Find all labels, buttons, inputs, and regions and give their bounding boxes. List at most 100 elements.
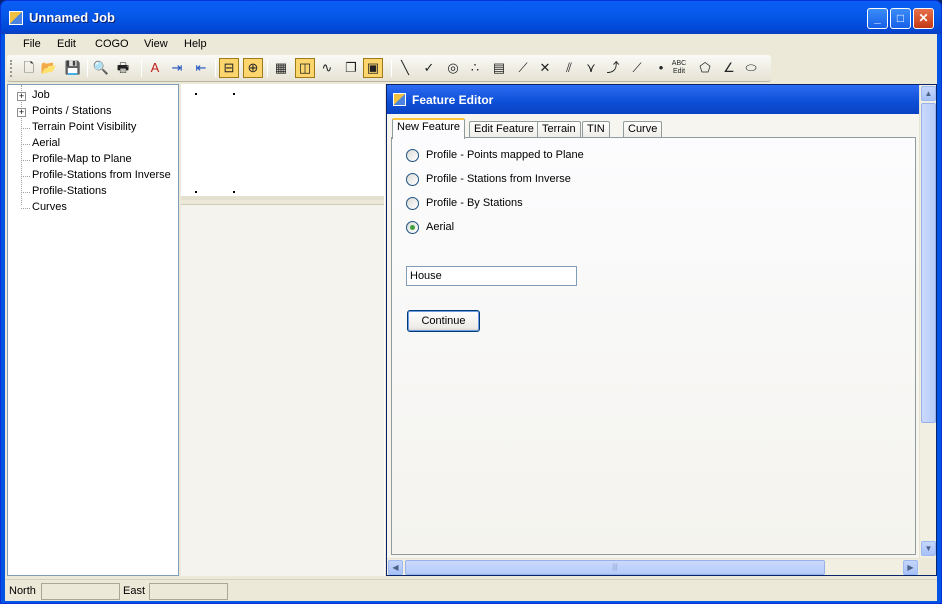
tree-item-label: Profile-Stations from Inverse [32,169,171,181]
scroll-right-button[interactable]: ▶ [903,560,918,575]
menu-edit[interactable]: Edit [57,38,76,50]
properties-icon[interactable]: ❐ [341,58,361,78]
tab-curve[interactable]: Curve [623,121,663,138]
scroll-up-button[interactable]: ▲ [921,86,936,101]
menu-file[interactable]: File [23,38,41,50]
scroll-left-button[interactable]: ◀ [388,560,403,575]
tree-connector [21,192,30,193]
feature-editor-title: Feature Editor [412,93,494,107]
tab-edit-feature[interactable]: Edit Feature [469,121,539,138]
feature-icon[interactable]: ▣ [363,58,383,78]
toolbar-separator [267,60,268,77]
tree-connector [21,176,30,177]
building-icon[interactable]: ▤ [489,58,509,78]
polyline-icon[interactable]: ⟋ [513,58,533,78]
radio-button-checked[interactable] [406,221,419,234]
offset-icon[interactable]: ⫽ [559,58,579,78]
scroll-corner [919,558,936,575]
import-icon[interactable]: ⇥ [167,58,187,78]
horizontal-scrollbar[interactable]: ◀ ||| ▶ [387,558,919,575]
tree-item-label: Points / Stations [32,105,112,117]
print-icon[interactable]: 🖶 [113,58,133,78]
menu-help[interactable]: Help [184,38,207,50]
save-icon[interactable]: 💾 [63,58,83,78]
point-icon[interactable]: • [651,58,671,78]
open-folder-icon[interactable]: 📂 [39,58,59,78]
plan-view-pane[interactable] [181,84,384,200]
intersect-icon[interactable]: ✕ [535,58,555,78]
menu-cogo[interactable]: COGO [95,38,129,50]
scroll-thumb-horizontal[interactable]: ||| [405,560,825,575]
east-value [149,583,228,600]
measure-icon[interactable]: ⟋ [627,58,647,78]
minimize-button[interactable]: _ [867,8,888,29]
tree-view-icon[interactable]: ⊟ [219,58,239,78]
expand-icon[interactable]: + [17,92,26,101]
tab-new-feature[interactable]: New Feature [392,118,465,139]
toolbar-separator [141,60,142,77]
vertical-scrollbar[interactable]: ▲ ▼ [919,85,936,559]
scroll-thumb-vertical[interactable] [921,103,936,423]
app-window: Unnamed Job _ □ ✕ File Edit COGO View He… [0,0,942,604]
tree-connector [21,144,30,145]
angle-icon[interactable]: ∠ [719,58,739,78]
new-file-icon[interactable]: 🗋 [19,58,39,78]
abc-edit-icon[interactable]: ABC Edit [669,58,689,78]
vertex-icon[interactable]: ⋎ [581,58,601,78]
close-button[interactable]: ✕ [913,8,934,29]
shape-icon[interactable]: ⬭ [741,58,761,78]
tree-item-label: Terrain Point Visibility [32,121,137,133]
points-icon[interactable]: ∴ [465,58,485,78]
feature-name-input[interactable] [406,266,577,286]
feature-editor-titlebar[interactable]: Feature Editor [387,85,919,114]
option-label: Profile - Points mapped to Plane [426,149,584,161]
job-tree[interactable]: + Job + Points / Stations Terrain Point Visi… [7,84,179,576]
tree-item-label: Profile-Map to Plane [32,153,132,165]
plan-point [195,93,197,95]
circle-point-icon[interactable]: ◎ [443,58,463,78]
feature-editor-tabs: New Feature Edit Feature Terrain TIN Cur… [391,118,919,139]
north-label: North [9,585,36,597]
expand-icon[interactable]: + [17,108,26,117]
tree-item-label: Curves [32,201,67,213]
tab-tin[interactable]: TIN [582,121,610,138]
title-bar[interactable]: Unnamed Job _ □ ✕ [1,1,941,34]
app-icon [9,11,23,25]
tree-connector [21,208,30,209]
maximize-button[interactable]: □ [890,8,911,29]
menu-view[interactable]: View [144,38,168,50]
line-icon[interactable]: ╲ [395,58,415,78]
area-icon[interactable]: ⬠ [695,58,715,78]
text-style-icon[interactable]: A [145,58,165,78]
plan-point [233,191,235,193]
export-icon[interactable]: ⇤ [191,58,211,78]
feature-editor-icon [393,93,406,106]
layer-icon[interactable]: ◫ [295,58,315,78]
plan-point [195,191,197,193]
status-bar: North East [5,579,937,601]
line-style-icon[interactable]: ∿ [317,58,337,78]
feature-editor-panel: Feature Editor New Feature Edit Feature … [386,84,937,576]
radio-button[interactable] [406,173,419,186]
option-label: Profile - Stations from Inverse [426,173,571,185]
toolbar-grip[interactable] [10,60,13,77]
menu-bar: File Edit COGO View Help [5,34,937,54]
grid-icon[interactable]: ▦ [271,58,291,78]
window-title: Unnamed Job [29,10,115,25]
continue-button[interactable]: Continue [407,310,480,332]
toolbar-separator [391,60,392,77]
tree-connector-line [21,85,22,205]
radio-button[interactable] [406,197,419,210]
tree-connector [21,160,30,161]
client-area: File Edit COGO View Help 🗋 📂 💾 🔍 🖶 A ⇥ ⇤ ⊟ ⊕ ▦ ◫ ∿ ❐ ▣… [5,34,937,601]
toolbar: 🗋 📂 💾 🔍 🖶 A ⇥ ⇤ ⊟ ⊕ ▦ ◫ ∿ ❐ ▣ ╲ ✓ ◎ ∴ ▤ ⟋ ✕ ⫽ ⋎ ⤴ ⟋ • ABC Edit ⬠ ∠ ⬭ [7,55,771,82]
profile-view-pane[interactable] [181,204,384,576]
print-preview-icon[interactable]: 🔍 [91,58,111,78]
check-line-icon[interactable]: ✓ [419,58,439,78]
tab-terrain[interactable]: Terrain [537,121,581,138]
zoom-extents-icon[interactable]: ⊕ [243,58,263,78]
toolbar-separator [87,60,88,77]
curve-icon[interactable]: ⤴ [603,58,623,78]
radio-button[interactable] [406,149,419,162]
scroll-down-button[interactable]: ▼ [921,541,936,556]
